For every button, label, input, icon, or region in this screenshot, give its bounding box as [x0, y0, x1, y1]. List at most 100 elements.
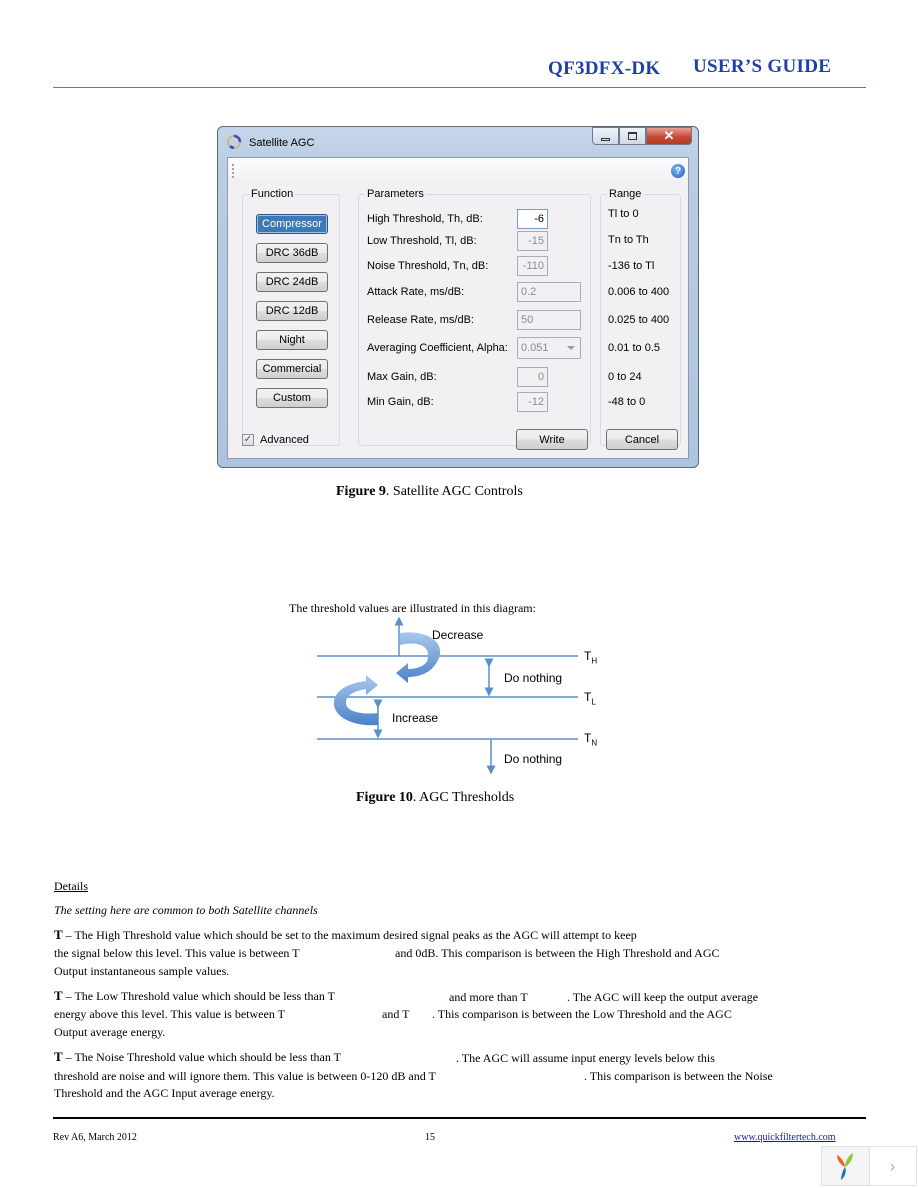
high-threshold-input[interactable]: -6 — [517, 209, 548, 229]
tl-description-line-3: Output average energy. — [54, 1025, 166, 1039]
toolstrip: ? — [228, 158, 688, 184]
maximize-button[interactable] — [619, 127, 646, 145]
noise-threshold-label: Noise Threshold, Tn, dB: — [367, 260, 489, 272]
th-description-line-2a: the signal below this level. This value … — [54, 946, 300, 960]
drc-12db-button[interactable]: DRC 12dB — [256, 301, 328, 321]
advanced-checkbox[interactable]: ✓ — [242, 434, 254, 446]
drc-24db-button[interactable]: DRC 24dB — [256, 272, 328, 292]
figure-10-text: . AGC Thresholds — [412, 790, 515, 805]
th-description-line-2b: and 0dB. This comparison is between the … — [395, 946, 720, 960]
footer-website-link[interactable]: www.quickfiltertech.com — [734, 1132, 836, 1143]
range-legend: Range — [609, 188, 642, 200]
tl-description-line-1c: . The AGC will keep the output average — [567, 990, 759, 1004]
function-group: Function Compressor DRC 36dB DRC 24dB DR… — [242, 188, 340, 446]
range-low-threshold: Tn to Th — [608, 234, 649, 246]
tl-description-line-1b: and more than T — [449, 990, 528, 1004]
attack-rate-label: Attack Rate, ms/dB: — [367, 286, 465, 298]
toolstrip-grip[interactable] — [232, 164, 234, 178]
diagram-intro: The threshold values are illustrated in … — [289, 601, 536, 615]
figure-10-caption: Figure 10. AGC Thresholds — [356, 790, 514, 806]
minimize-icon — [601, 137, 610, 141]
window-title: Satellite AGC — [249, 137, 315, 149]
drc-36db-button[interactable]: DRC 36dB — [256, 243, 328, 263]
averaging-coefficient-label: Averaging Coefficient, Alpha: — [367, 342, 508, 354]
figure-10-label: Figure 10 — [356, 790, 413, 805]
custom-button[interactable]: Custom — [256, 388, 328, 408]
satellite-agc-window: Satellite AGC ✕ ? Function Compressor DR… — [217, 126, 699, 468]
increase-curved-arrow-icon — [333, 675, 378, 726]
window-client-area: ? Function Compressor DRC 36dB DRC 24dB … — [227, 157, 689, 459]
do-nothing-label-2: Do nothing — [504, 752, 563, 766]
figure-9-text: . Satellite AGC Controls — [385, 484, 523, 499]
compressor-button[interactable]: Compressor — [256, 214, 328, 234]
tl-sub: L — [591, 697, 596, 707]
th-description-line-3: Output instantaneous sample values. — [54, 964, 230, 978]
cancel-button[interactable]: Cancel — [606, 429, 678, 450]
help-icon[interactable]: ? — [671, 164, 685, 178]
tl-description-line-2a: energy above this level. This value is b… — [54, 1007, 285, 1021]
min-gain-label: Min Gain, dB: — [367, 396, 434, 408]
range-max-gain: 0 to 24 — [608, 371, 642, 383]
tl-description-line-2c: . This comparison is between the Low Thr… — [432, 1007, 732, 1021]
high-threshold-label: High Threshold, Th, dB: — [367, 213, 483, 225]
tn-description-line-1b: . The AGC will assume input energy level… — [456, 1051, 715, 1065]
increase-label: Increase — [392, 711, 439, 725]
release-rate-input[interactable]: 50 — [517, 310, 581, 330]
next-page-button[interactable]: › — [868, 1147, 917, 1185]
tn-description-line-1a: T – The Noise Threshold value which shou… — [54, 1049, 341, 1065]
low-threshold-label: Low Threshold, Tl, dB: — [367, 235, 477, 247]
noise-threshold-input[interactable]: -110 — [517, 256, 548, 276]
page-number: 15 — [425, 1132, 435, 1143]
night-button[interactable]: Night — [256, 330, 328, 350]
floating-widget: › — [821, 1146, 917, 1186]
tl-bold-symbol: T — [54, 988, 63, 1003]
range-group: Range Tl to 0 Tn to Th -136 to Tl 0.006 … — [600, 188, 681, 446]
th-line-1-text: – The High Threshold value which should … — [62, 928, 637, 942]
chevron-down-icon — [567, 346, 575, 350]
release-rate-label: Release Rate, ms/dB: — [367, 314, 474, 326]
chevron-right-icon: › — [889, 1156, 896, 1176]
checkmark-icon: ✓ — [243, 434, 253, 445]
max-gain-label: Max Gain, dB: — [367, 371, 437, 383]
details-note: The setting here are common to both Sate… — [54, 903, 318, 917]
minimize-button[interactable] — [592, 127, 619, 145]
tn-line-1a-text: – The Noise Threshold value which should… — [62, 1050, 341, 1064]
guide-title: USER’S GUIDE — [693, 56, 832, 77]
function-legend: Function — [251, 188, 294, 200]
tn-bold-symbol: T — [54, 1049, 63, 1064]
product-name: QF3DFX-DK — [548, 58, 661, 79]
tl-description-line-2b: and T — [382, 1007, 410, 1021]
do-nothing-label-1: Do nothing — [504, 671, 563, 685]
th-description-line-1: T – The High Threshold value which shoul… — [54, 927, 637, 943]
app-logo-icon[interactable] — [822, 1147, 869, 1185]
th-bold-symbol: T — [54, 927, 63, 942]
attack-rate-input[interactable]: 0.2 — [517, 282, 581, 302]
range-noise-threshold: -136 to Tl — [608, 260, 655, 272]
footer-rule — [53, 1117, 866, 1119]
commercial-button[interactable]: Commercial — [256, 359, 328, 379]
tl-symbol: TL — [584, 690, 596, 706]
parameters-legend: Parameters — [367, 188, 424, 200]
tn-sub: N — [591, 738, 598, 748]
averaging-coefficient-select[interactable]: 0.051 — [517, 337, 581, 359]
range-min-gain: -48 to 0 — [608, 396, 646, 408]
low-threshold-input[interactable]: -15 — [517, 231, 548, 251]
averaging-coefficient-value: 0.051 — [521, 342, 549, 354]
app-swirl-icon — [227, 134, 242, 150]
details-heading: Details — [54, 879, 88, 893]
range-attack-rate: 0.006 to 400 — [608, 286, 670, 298]
decrease-label: Decrease — [432, 628, 484, 642]
figure-9-caption: Figure 9. Satellite AGC Controls — [336, 484, 523, 500]
close-icon: ✕ — [663, 128, 675, 143]
window-controls: ✕ — [592, 127, 692, 145]
advanced-label: Advanced — [260, 434, 309, 446]
max-gain-input[interactable]: 0 — [517, 367, 548, 387]
close-button[interactable]: ✕ — [646, 127, 692, 145]
tn-description-line-2b: . This comparison is between the Noise — [584, 1069, 773, 1083]
footer-revision: Rev A6, March 2012 — [53, 1132, 137, 1143]
range-averaging-coefficient: 0.01 to 0.5 — [608, 342, 660, 354]
tl-line-1a-text: – The Low Threshold value which should b… — [62, 989, 335, 1003]
write-button[interactable]: Write — [516, 429, 588, 450]
header-rule — [53, 87, 866, 88]
min-gain-input[interactable]: -12 — [517, 392, 548, 412]
